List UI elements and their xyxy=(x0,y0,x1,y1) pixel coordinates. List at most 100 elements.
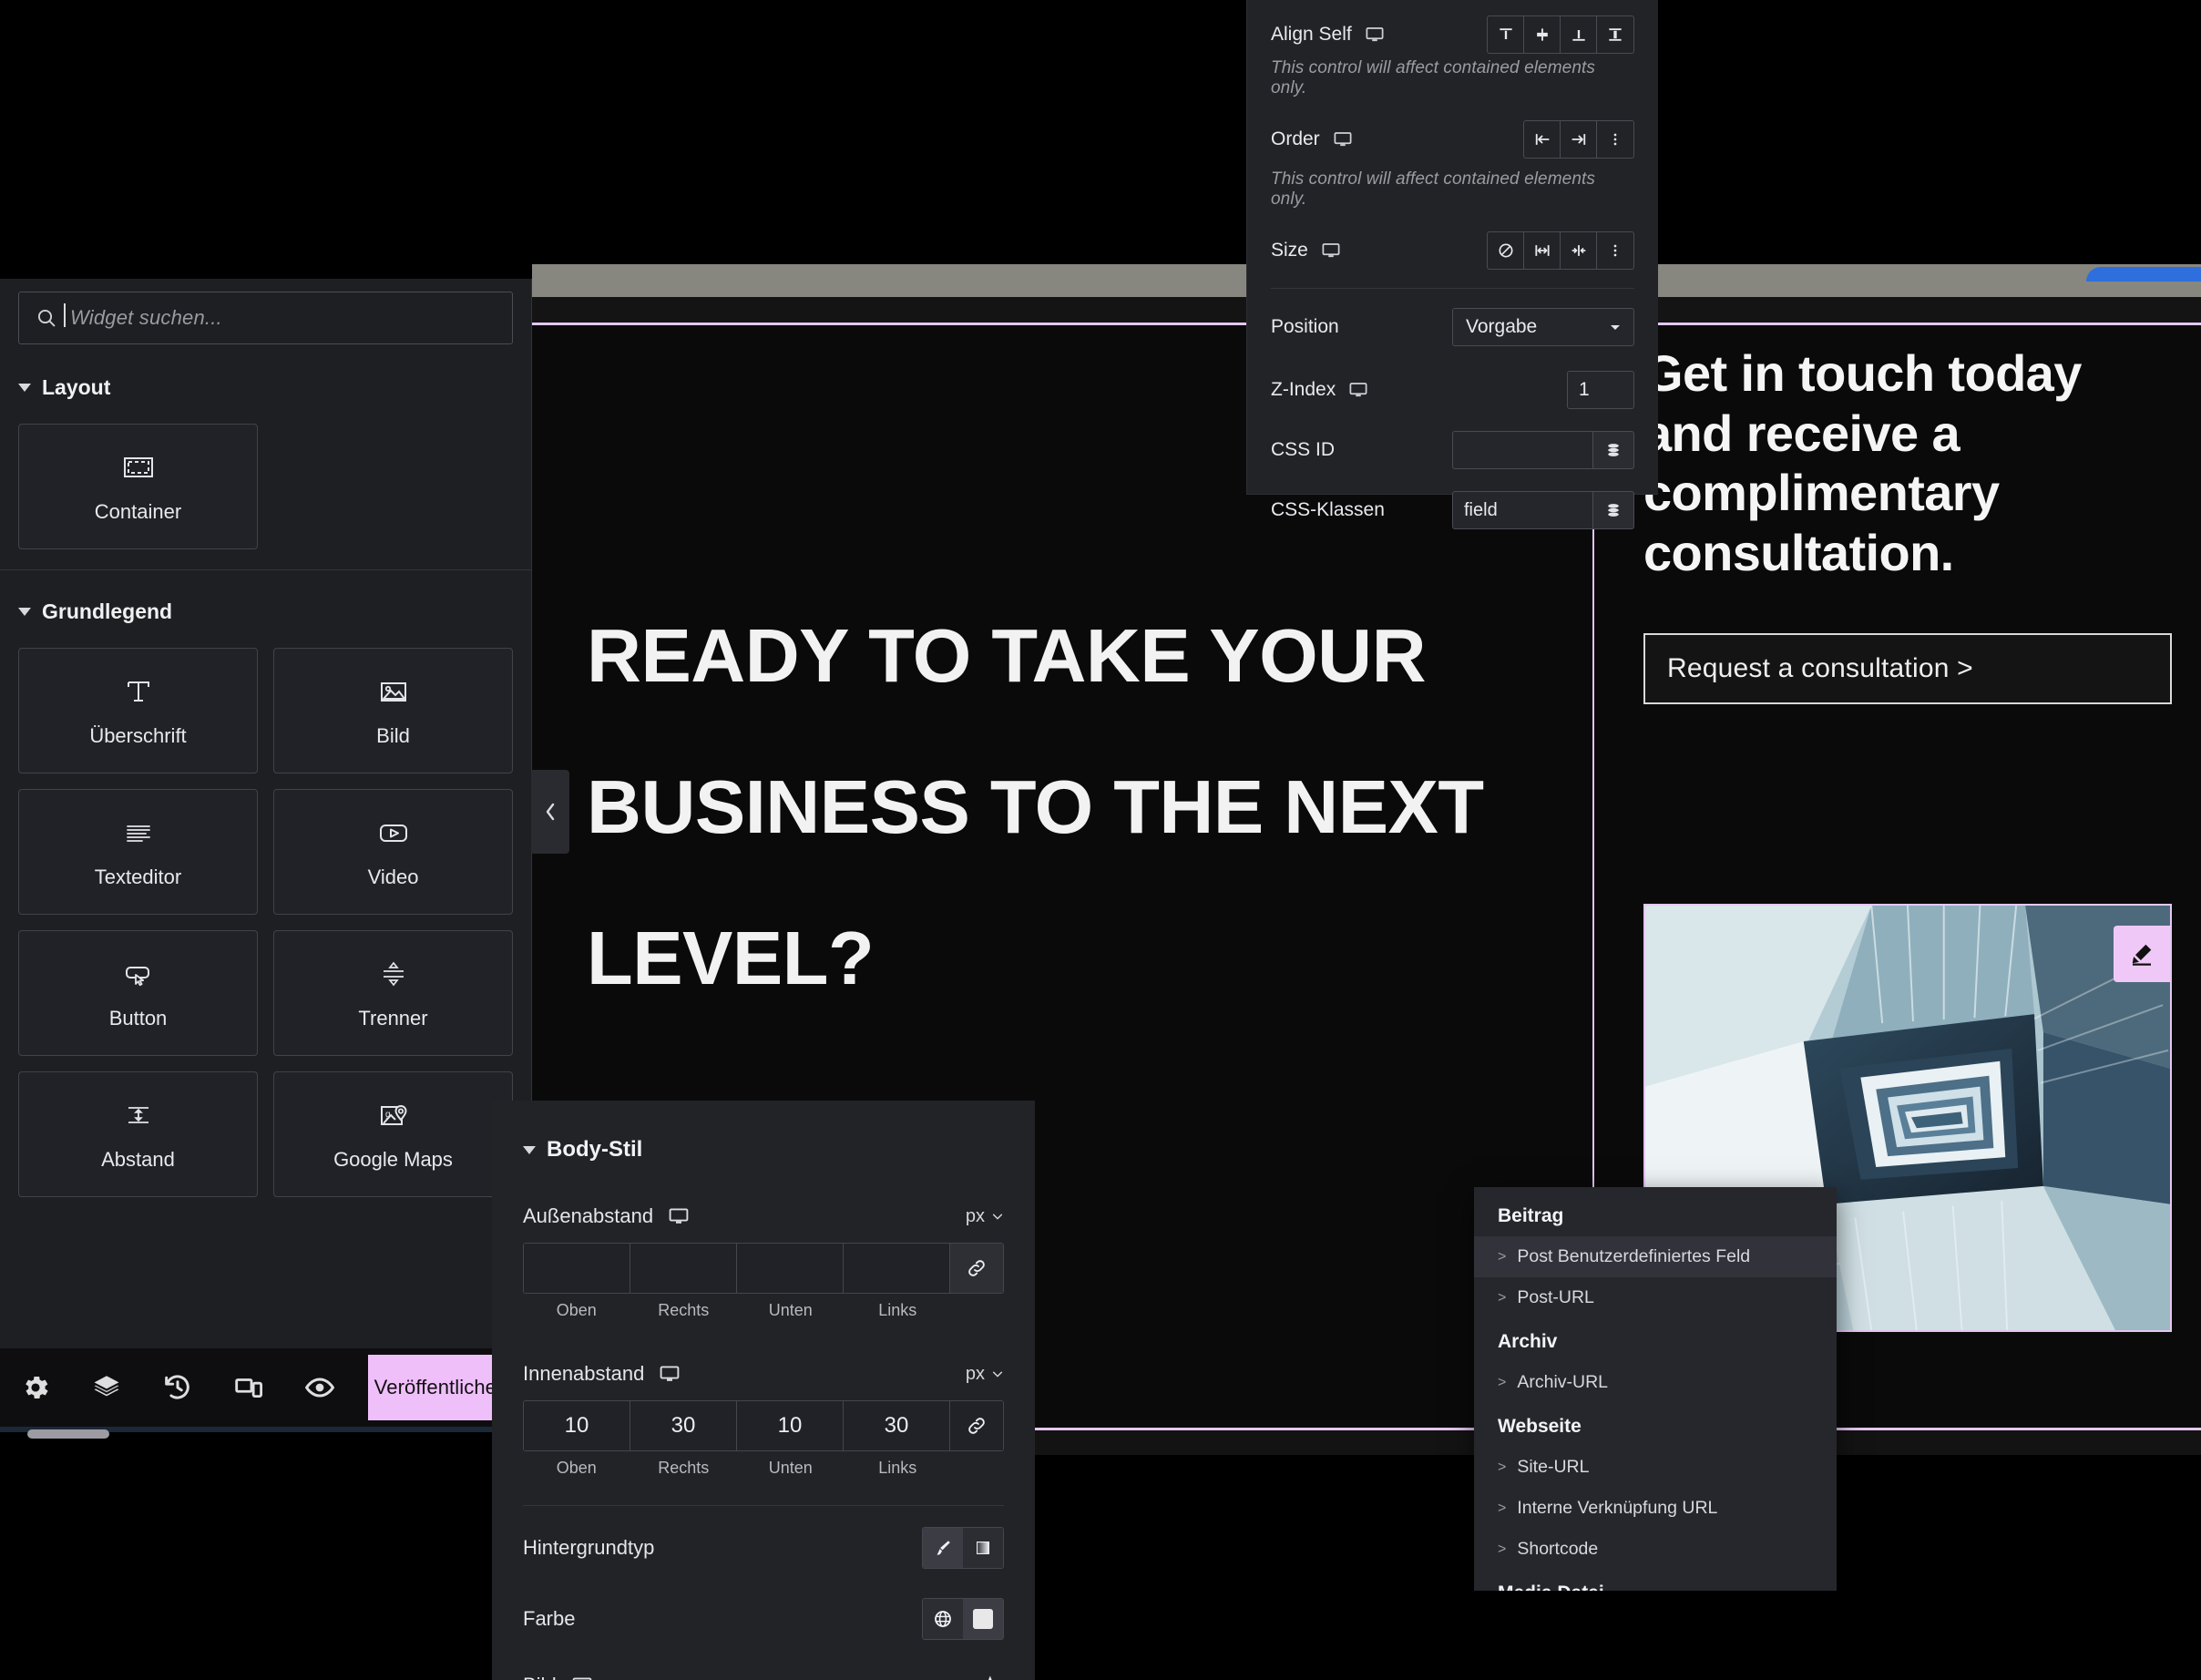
padding-left-input[interactable]: 30 xyxy=(844,1401,950,1450)
chevron-down-icon xyxy=(1611,325,1620,330)
widget-card-divider[interactable]: Trenner xyxy=(273,930,513,1056)
order-hint: This control will affect contained eleme… xyxy=(1271,169,1595,209)
widget-card-container[interactable]: Container xyxy=(18,424,258,549)
widget-search-input[interactable]: Widget suchen... xyxy=(18,292,513,344)
css-id-dynamic-button[interactable] xyxy=(1593,431,1634,469)
none-icon[interactable] xyxy=(1488,232,1524,269)
navigator-button[interactable] xyxy=(71,1348,142,1427)
more-options-icon[interactable] xyxy=(1597,121,1633,158)
menu-item-shortcode[interactable]: > Shortcode xyxy=(1474,1529,1837,1570)
control-position: Position Vorgabe xyxy=(1271,294,1634,360)
desktop-icon[interactable] xyxy=(1333,129,1353,149)
edit-image-button[interactable] xyxy=(2114,926,2170,982)
align-start-icon[interactable] xyxy=(1488,16,1524,53)
widget-card-video[interactable]: Video xyxy=(273,789,513,915)
align-end-icon[interactable] xyxy=(1561,16,1597,53)
widget-card-image[interactable]: Bild xyxy=(273,648,513,773)
widget-card-heading[interactable]: Überschrift xyxy=(18,648,258,773)
widget-card-google-maps[interactable]: g Google Maps xyxy=(273,1071,513,1197)
margin-left-input[interactable] xyxy=(844,1244,950,1293)
globe-icon[interactable] xyxy=(923,1599,963,1639)
canvas-blue-accent xyxy=(2086,267,2201,282)
css-classes-input[interactable]: field xyxy=(1452,491,1593,529)
pencil-edit-icon xyxy=(2132,944,2152,966)
desktop-icon[interactable] xyxy=(659,1363,681,1385)
position-select[interactable]: Vorgabe xyxy=(1452,308,1634,346)
section-header-layout[interactable]: Layout xyxy=(0,366,531,400)
order-start-icon[interactable] xyxy=(1524,121,1561,158)
z-index-input[interactable]: 1 xyxy=(1567,371,1634,409)
classic-brush-icon[interactable] xyxy=(923,1528,963,1568)
history-icon xyxy=(165,1375,189,1399)
chevron-down-icon xyxy=(18,608,31,616)
hero-heading[interactable]: READY TO TAKE YOUR BUSINESS TO THE NEXT … xyxy=(587,580,1552,1034)
menu-item-post-custom-field[interactable]: > Post Benutzerdefiniertes Feld xyxy=(1474,1236,1837,1277)
padding-bottom-input[interactable]: 10 xyxy=(737,1401,844,1450)
more-options-icon[interactable] xyxy=(1597,232,1633,269)
cta-heading[interactable]: Get in touch today and receive a complim… xyxy=(1643,343,2154,582)
search-icon xyxy=(37,309,56,327)
menu-item-post-url[interactable]: > Post-URL xyxy=(1474,1277,1837,1318)
desktop-icon[interactable] xyxy=(571,1675,593,1680)
request-consultation-button[interactable]: Request a consultation > xyxy=(1643,633,2172,705)
responsive-mode-button[interactable] xyxy=(213,1348,284,1427)
grow-icon[interactable] xyxy=(1524,232,1561,269)
menu-item-internal-link-url[interactable]: > Interne Verknüpfung URL xyxy=(1474,1488,1837,1529)
chevron-right-icon: > xyxy=(1498,1289,1507,1306)
widget-label: Video xyxy=(367,866,419,888)
chevron-left-icon xyxy=(546,803,555,821)
padding-top-input[interactable]: 10 xyxy=(524,1401,630,1450)
history-button[interactable] xyxy=(142,1348,213,1427)
css-id-input[interactable] xyxy=(1452,431,1593,469)
navigator-layers-icon xyxy=(94,1376,119,1397)
widget-label: Trenner xyxy=(358,1007,428,1030)
divider-icon xyxy=(383,961,404,987)
desktop-icon[interactable] xyxy=(668,1205,690,1227)
side-label: Oben xyxy=(556,1301,597,1319)
desktop-icon[interactable] xyxy=(1321,241,1341,261)
desktop-icon[interactable] xyxy=(1348,380,1368,400)
shrink-icon[interactable] xyxy=(1561,232,1597,269)
body-style-title: Body-Stil xyxy=(547,1137,643,1162)
widget-card-text-editor[interactable]: Texteditor xyxy=(18,789,258,915)
body-style-header[interactable]: Body-Stil xyxy=(523,1101,1004,1163)
spacer-icon xyxy=(128,1107,148,1123)
chevron-right-icon: > xyxy=(1498,1459,1507,1475)
menu-item-archive-url[interactable]: > Archiv-URL xyxy=(1474,1362,1837,1403)
margin-top-input[interactable] xyxy=(524,1244,630,1293)
panel-scroll-thumb[interactable] xyxy=(27,1429,109,1439)
margin-link-toggle[interactable] xyxy=(950,1244,1003,1293)
section-title-layout: Layout xyxy=(42,375,111,399)
menu-group-title: Archiv xyxy=(1498,1331,1558,1352)
align-center-icon[interactable] xyxy=(1524,16,1561,53)
margin-unit-select[interactable]: px xyxy=(966,1206,1004,1227)
preview-button[interactable] xyxy=(284,1348,355,1427)
widget-label: Bild xyxy=(376,724,410,747)
panel-collapse-toggle[interactable] xyxy=(531,770,569,854)
margin-right-input[interactable] xyxy=(630,1244,737,1293)
menu-item-site-url[interactable]: > Site-URL xyxy=(1474,1447,1837,1488)
gradient-icon[interactable] xyxy=(963,1528,1003,1568)
widget-grid-layout: Container xyxy=(0,400,531,549)
padding-unit-select[interactable]: px xyxy=(966,1364,1004,1385)
widget-card-spacer[interactable]: Abstand xyxy=(18,1071,258,1197)
margin-bottom-input[interactable] xyxy=(737,1244,844,1293)
css-classes-dynamic-button[interactable] xyxy=(1593,491,1634,529)
order-button-group xyxy=(1523,120,1634,159)
menu-group-title: Webseite xyxy=(1498,1416,1582,1437)
padding-control-header: Innenabstand px xyxy=(523,1362,1004,1386)
color-swatch[interactable] xyxy=(963,1599,1003,1639)
align-stretch-icon[interactable] xyxy=(1597,16,1633,53)
settings-button[interactable] xyxy=(0,1348,71,1427)
chevron-down-icon xyxy=(992,1214,1003,1220)
margin-label: Außenabstand xyxy=(523,1204,654,1227)
section-header-grundlegend[interactable]: Grundlegend xyxy=(0,590,531,624)
padding-right-input[interactable]: 30 xyxy=(630,1401,737,1450)
widget-card-button[interactable]: Button xyxy=(18,930,258,1056)
ai-generate-button[interactable] xyxy=(980,1672,1004,1680)
control-color: Farbe xyxy=(523,1590,1004,1648)
order-end-icon[interactable] xyxy=(1561,121,1597,158)
sparkle-icon xyxy=(987,1675,993,1680)
padding-link-toggle[interactable] xyxy=(950,1401,1003,1450)
desktop-icon[interactable] xyxy=(1365,25,1385,45)
